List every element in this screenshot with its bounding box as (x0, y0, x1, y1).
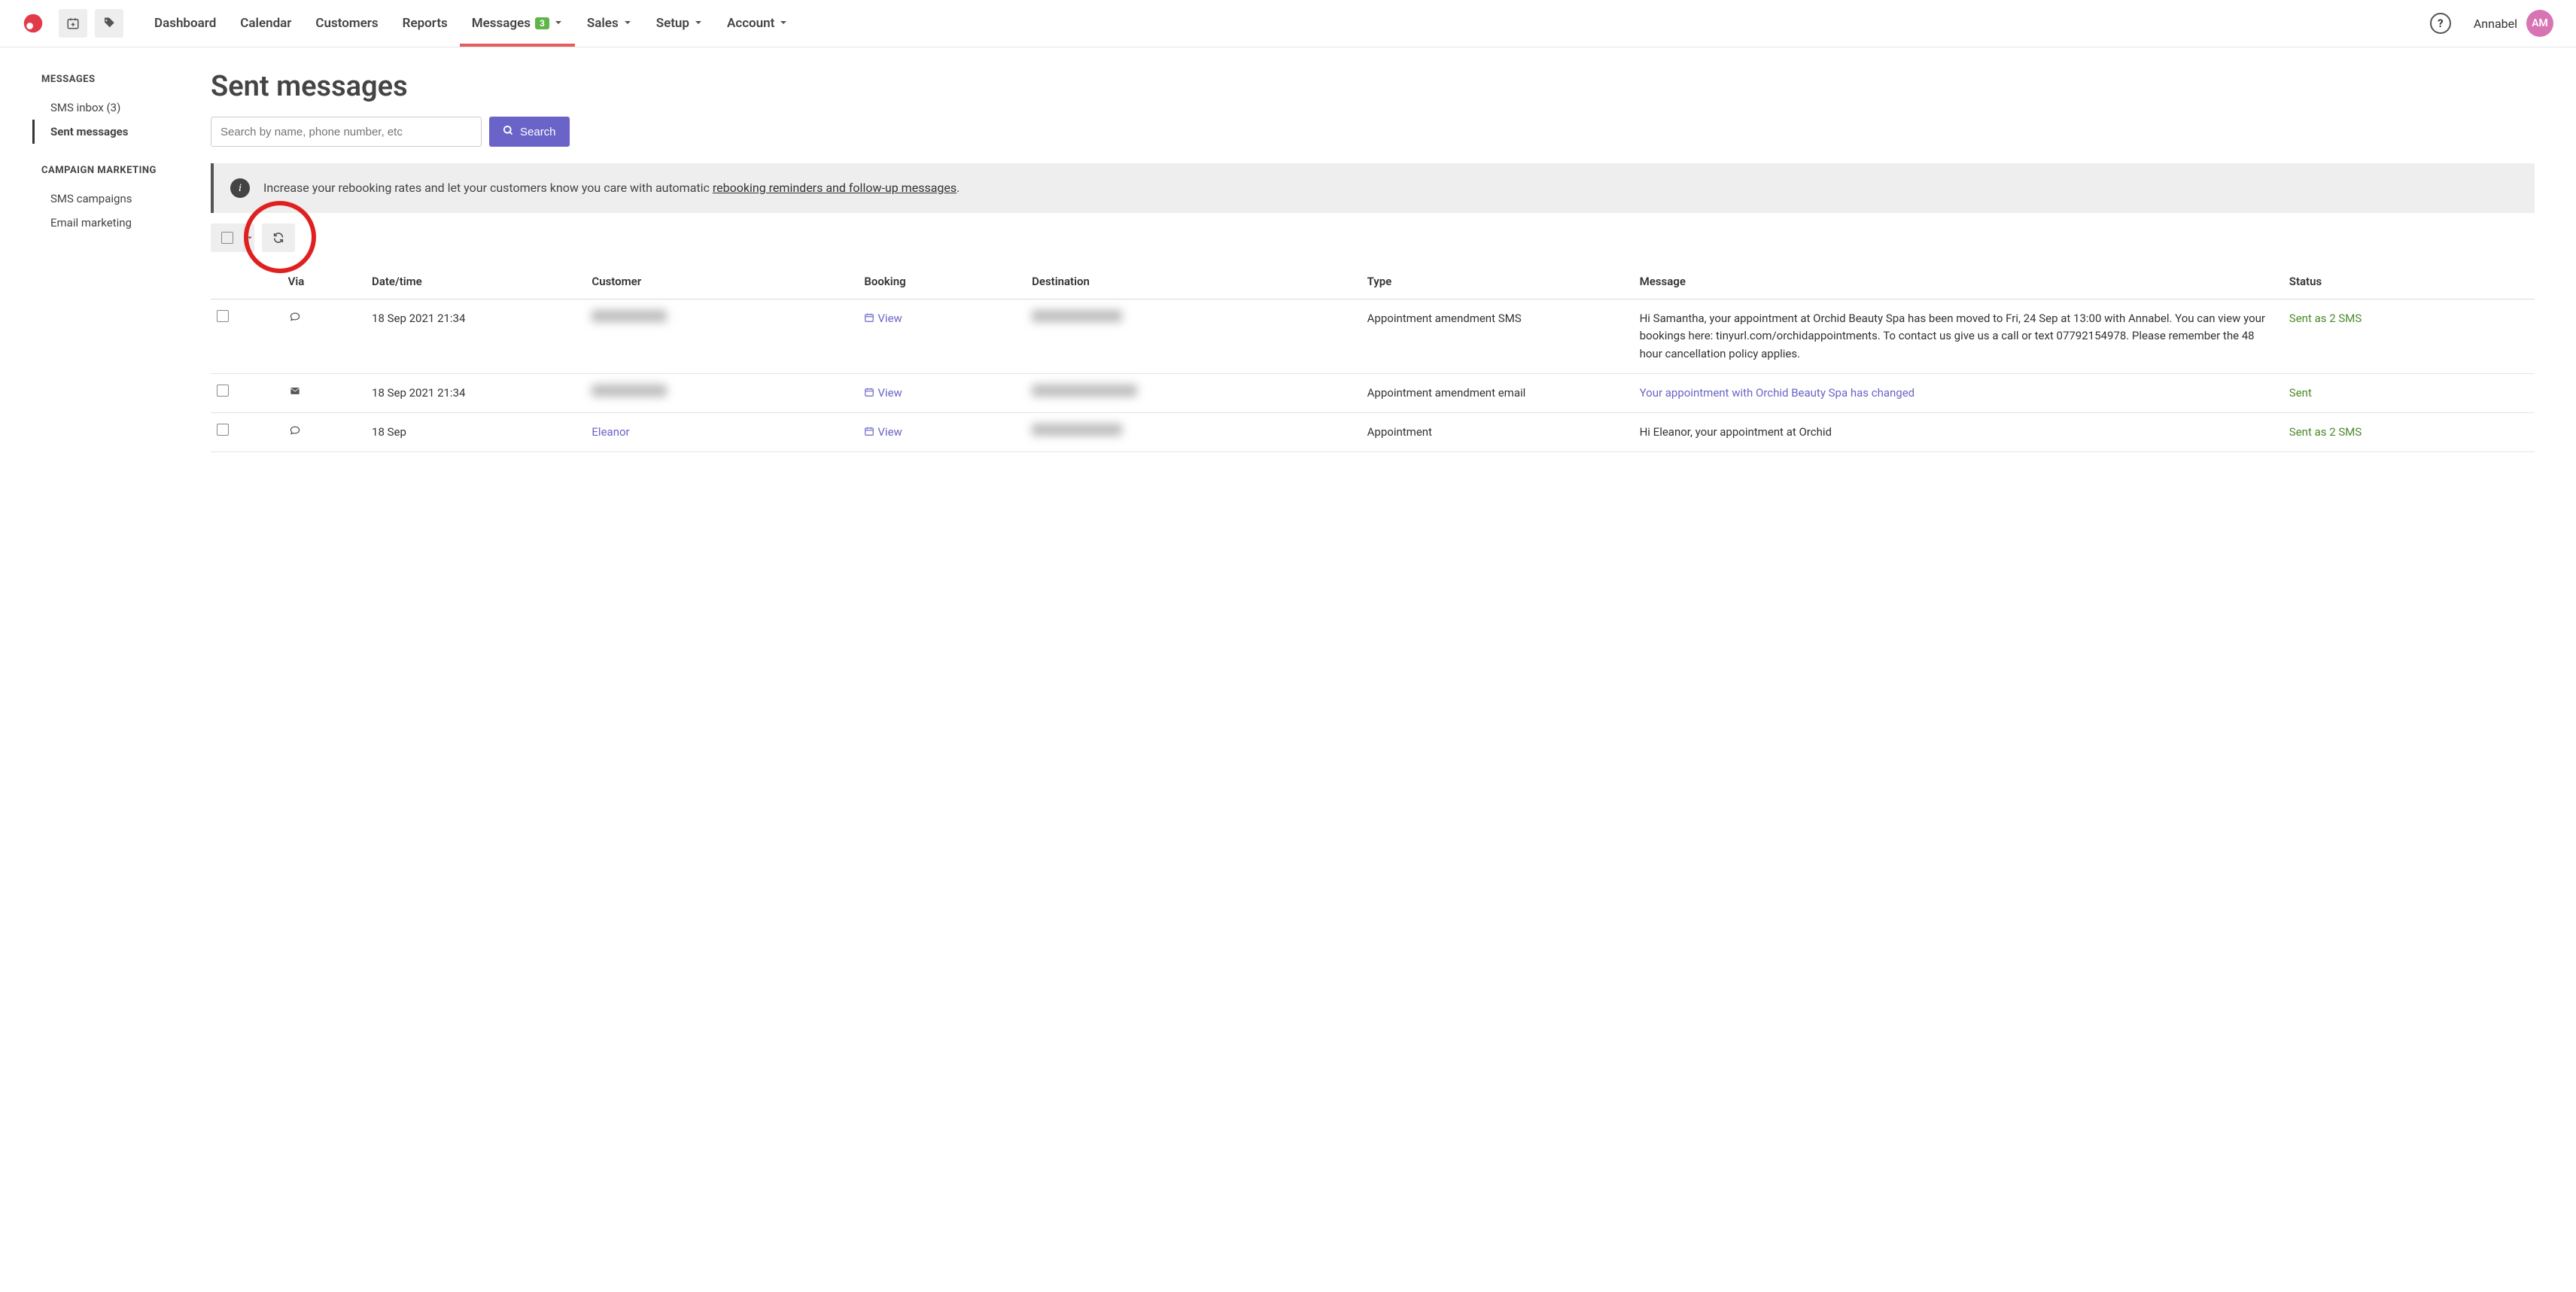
view-booking-link[interactable]: View (877, 312, 902, 325)
datetime-cell: 18 Sep 2021 21:34 (366, 299, 585, 374)
row-checkbox[interactable] (217, 424, 229, 436)
avatar[interactable]: AM (2526, 10, 2553, 37)
nav-sales[interactable]: Sales (575, 1, 644, 46)
th-destination: Destination (1026, 264, 1361, 299)
sidebar-item-sms-inbox[interactable]: SMS inbox (3) (41, 96, 188, 120)
sidebar-item-email-marketing[interactable]: Email marketing (41, 211, 188, 235)
table-row: 18 Sep 2021 21:34xxxxxxxViewxxxxxxxAppoi… (211, 373, 2535, 412)
nav-calendar[interactable]: Calendar (228, 1, 303, 46)
main-content: Sent messages Search i Increase your reb… (188, 47, 2576, 452)
nav-customers[interactable]: Customers (303, 1, 390, 46)
th-message: Message (1634, 264, 2283, 299)
banner-link[interactable]: rebooking reminders and follow-up messag… (713, 181, 956, 195)
help-button[interactable]: ? (2430, 13, 2451, 34)
nav-messages[interactable]: Messages 3 (460, 1, 575, 46)
th-datetime: Date/time (366, 264, 585, 299)
select-all-checkbox[interactable] (211, 223, 244, 252)
table-row: 18 Sep 2021 21:34xxxxxxxViewxxxxxxxAppoi… (211, 299, 2535, 374)
info-icon: i (230, 178, 250, 198)
sms-icon (288, 312, 302, 325)
chevron-down-icon (779, 16, 788, 31)
page-title: Sent messages (211, 70, 2535, 103)
nav-setup-label: Setup (656, 16, 689, 31)
type-cell: Appointment amendment SMS (1361, 299, 1634, 374)
message-text: Hi Eleanor, your appointment at Orchid (1640, 425, 1832, 439)
sidebar-item-sms-campaigns[interactable]: SMS campaigns (41, 187, 188, 211)
messages-badge: 3 (535, 17, 549, 29)
search-input[interactable] (211, 117, 482, 147)
row-checkbox[interactable] (217, 385, 229, 397)
th-customer: Customer (585, 264, 858, 299)
chevron-down-icon (694, 16, 703, 31)
calendar-icon (864, 310, 874, 327)
table-toolbar (211, 219, 2535, 257)
view-booking-link[interactable]: View (877, 425, 902, 439)
nav-messages-label: Messages (472, 16, 531, 31)
refresh-button[interactable] (262, 223, 295, 252)
brand-logo[interactable] (23, 13, 44, 34)
type-cell: Appointment (1361, 413, 1634, 452)
status-cell: Sent as 2 SMS (2283, 413, 2535, 452)
sidebar: MESSAGES SMS inbox (3) Sent messages CAM… (0, 47, 188, 452)
message-link[interactable]: Your appointment with Orchid Beauty Spa … (1640, 386, 1915, 400)
username-label: Annabel (2474, 17, 2517, 31)
top-nav: Dashboard Calendar Customers Reports Mes… (0, 0, 2576, 47)
chevron-down-icon (554, 16, 563, 31)
info-banner: i Increase your rebooking rates and let … (211, 163, 2535, 213)
customer-link[interactable]: Eleanor (592, 425, 629, 439)
search-icon (503, 125, 514, 139)
search-button-label: Search (520, 126, 556, 138)
th-status: Status (2283, 264, 2535, 299)
nav-dashboard[interactable]: Dashboard (142, 1, 228, 46)
sidebar-item-sent-messages[interactable]: Sent messages (32, 120, 188, 144)
email-icon (288, 386, 302, 400)
datetime-cell: 18 Sep 2021 21:34 (366, 373, 585, 412)
sidebar-heading-messages: MESSAGES (41, 74, 188, 85)
search-button[interactable]: Search (489, 117, 570, 147)
select-dropdown[interactable] (244, 223, 254, 252)
calendar-icon (864, 424, 874, 441)
new-appointment-button[interactable] (59, 9, 87, 38)
sms-icon (288, 425, 302, 439)
status-cell: Sent as 2 SMS (2283, 299, 2535, 374)
calendar-icon (864, 385, 874, 402)
tag-button[interactable] (95, 9, 123, 38)
th-booking: Booking (858, 264, 1026, 299)
info-banner-text: Increase your rebooking rates and let yo… (263, 178, 960, 198)
type-cell: Appointment amendment email (1361, 373, 1634, 412)
chevron-down-icon (623, 16, 632, 31)
table-row: 18 SepEleanorViewxxxxxxxAppointmentHi El… (211, 413, 2535, 452)
view-booking-link[interactable]: View (877, 386, 902, 400)
datetime-cell: 18 Sep (366, 413, 585, 452)
nav-sales-label: Sales (587, 16, 619, 31)
message-text: Hi Samantha, your appointment at Orchid … (1640, 312, 2265, 360)
messages-table: Via Date/time Customer Booking Destinati… (211, 264, 2535, 452)
nav-account[interactable]: Account (715, 1, 800, 46)
sidebar-heading-campaign: CAMPAIGN MARKETING (41, 165, 188, 176)
nav-account-label: Account (727, 16, 774, 31)
th-type: Type (1361, 264, 1634, 299)
nav-setup[interactable]: Setup (644, 1, 715, 46)
nav-reports[interactable]: Reports (391, 1, 460, 46)
row-checkbox[interactable] (217, 310, 229, 322)
th-via: Via (282, 264, 366, 299)
status-cell: Sent (2283, 373, 2535, 412)
